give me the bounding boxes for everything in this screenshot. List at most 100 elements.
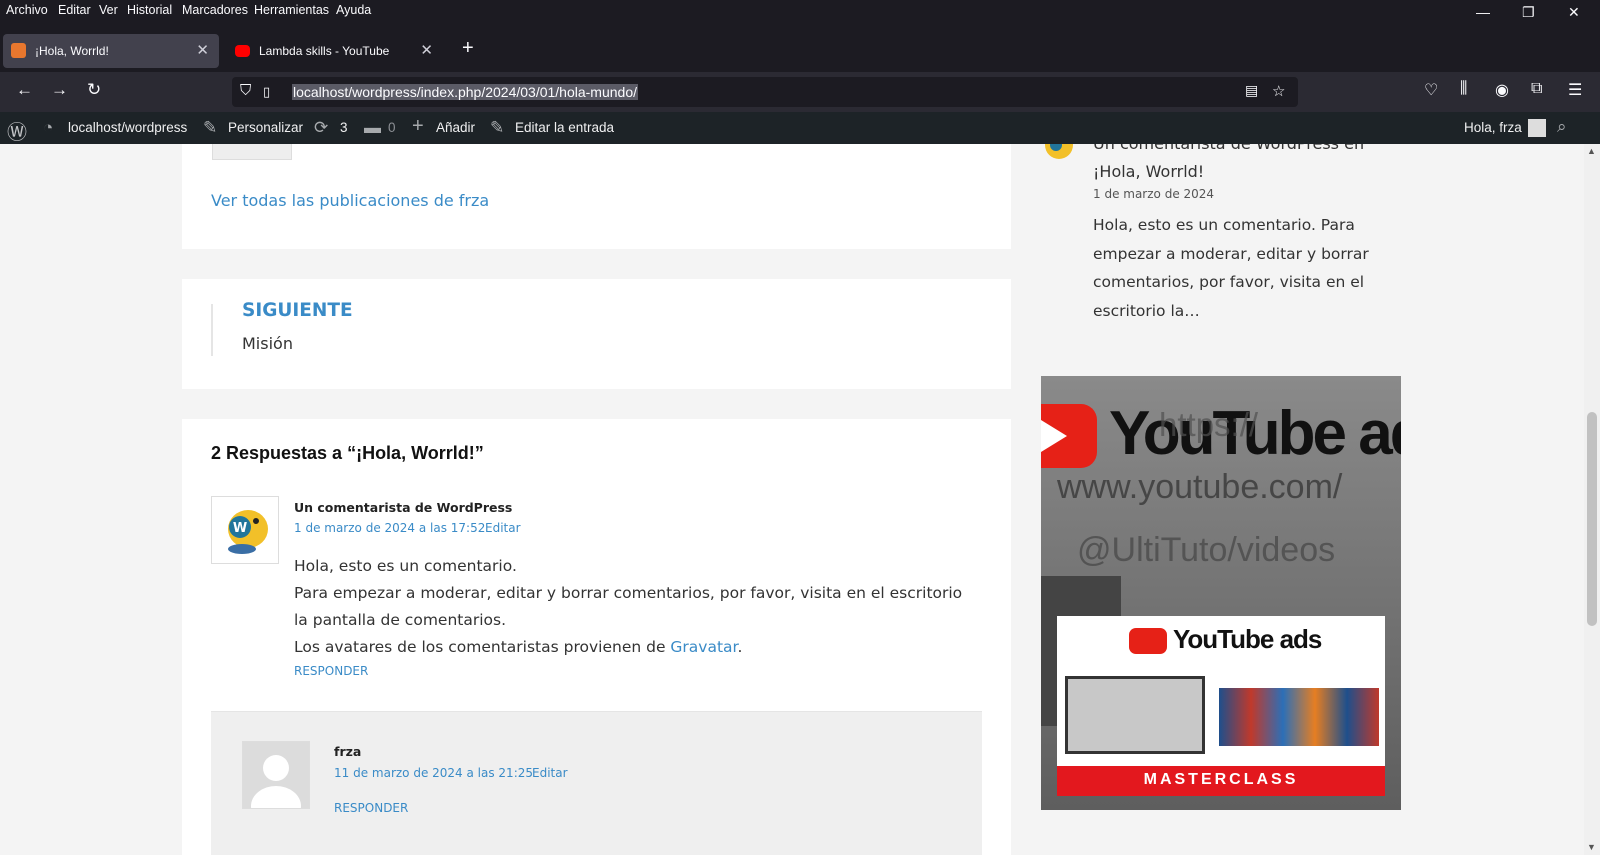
shield-icon[interactable]: ⛉ xyxy=(240,82,251,99)
youtube-favicon-icon xyxy=(235,45,250,57)
tab-hola-worrld[interactable]: ¡Hola, Worrld! ✕ xyxy=(3,34,219,68)
ad-inner-brand: YouTube ads xyxy=(1173,624,1322,654)
close-tab-icon[interactable]: ✕ xyxy=(420,41,433,59)
hamburger-menu-icon[interactable]: ☰ xyxy=(1568,80,1582,100)
pocket-icon[interactable]: ♡ xyxy=(1424,80,1438,100)
close-tab-icon[interactable]: ✕ xyxy=(196,41,209,59)
library-icon[interactable]: ⫼ xyxy=(1460,80,1467,98)
tab-title: Lambda skills - YouTube xyxy=(259,44,390,58)
bookmark-star-icon[interactable]: ☆ xyxy=(1272,82,1285,100)
commenter-avatar xyxy=(242,741,310,826)
tab-title: ¡Hola, Worrld! xyxy=(35,44,109,58)
view-all-posts-link[interactable]: Ver todas las publicaciones de frza xyxy=(211,191,489,210)
youtube-ads-banner[interactable]: YouTube ads https:// www.youtube.com/ @U… xyxy=(1041,376,1401,810)
comment-line: Hola, esto es un comentario. xyxy=(294,557,517,575)
comment-date[interactable]: 11 de marzo de 2024 a las 21:25 xyxy=(334,766,533,780)
wordpress-logo-icon[interactable]: Ⓦ xyxy=(7,116,27,145)
back-arrow-icon[interactable]: ← xyxy=(16,80,33,100)
menu-historial[interactable]: Historial xyxy=(127,3,172,17)
wapuu-small-icon xyxy=(1045,144,1073,159)
new-tab-button[interactable]: + xyxy=(462,37,474,60)
dashboard-icon: ◔ xyxy=(43,118,54,137)
menu-archivo[interactable]: Archivo xyxy=(6,3,48,17)
post-navigation xyxy=(182,279,1011,389)
default-avatar-icon xyxy=(243,742,309,826)
next-post-label[interactable]: SIGUIENTE xyxy=(242,300,353,321)
comment-line: Para empezar a moderar, editar y borrar … xyxy=(294,584,963,629)
scroll-down-icon[interactable]: ▼ xyxy=(1587,842,1596,852)
forward-arrow-icon[interactable]: → xyxy=(51,80,68,100)
page-info-icon[interactable]: ▯ xyxy=(263,84,270,100)
comments-title: 2 Respuestas a “¡Hola, Worrld!” xyxy=(211,443,484,463)
admin-new[interactable]: Añadir xyxy=(436,120,475,135)
admin-edit-post[interactable]: Editar la entrada xyxy=(515,120,614,135)
comment-bubble-icon: ▬ xyxy=(364,118,381,137)
menu-ayuda[interactable]: Ayuda xyxy=(336,3,371,17)
youtube-logo-icon xyxy=(1129,628,1167,654)
gravatar-link[interactable]: Gravatar xyxy=(670,638,737,656)
comment-edit-link[interactable]: Editar xyxy=(532,766,568,780)
reply-link[interactable]: RESPONDER xyxy=(334,801,408,815)
comment-edit-link[interactable]: Editar xyxy=(485,521,521,535)
author-avatar xyxy=(212,144,292,160)
page-scrollbar[interactable]: ▲ ▼ xyxy=(1584,144,1600,855)
scroll-up-icon[interactable]: ▲ xyxy=(1587,146,1596,156)
page-content: Ver todas las publicaciones de frza SIGU… xyxy=(0,144,1584,855)
plus-icon: + xyxy=(412,115,424,137)
url-text[interactable]: localhost/wordpress/index.php/2024/03/01… xyxy=(292,84,639,100)
admin-site-name[interactable]: localhost/wordpress xyxy=(68,120,187,135)
restore-button[interactable]: ❐ xyxy=(1522,4,1535,21)
ad-overlay-line3: @UltiTuto/videos xyxy=(1077,531,1336,569)
admin-updates-count[interactable]: 3 xyxy=(340,120,348,135)
ad-overlay-line1: https:// xyxy=(1159,406,1259,443)
window-close-button[interactable]: ✕ xyxy=(1568,4,1580,21)
next-post-title[interactable]: Misión xyxy=(242,334,293,353)
nav-divider xyxy=(211,304,213,356)
menu-herramientas[interactable]: Herramientas xyxy=(254,3,329,17)
wapuu-avatar-icon: W xyxy=(228,510,268,554)
recent-comment-date: 1 de marzo de 2024 xyxy=(1093,187,1215,201)
tab-bar: ¡Hola, Worrld! ✕ Lambda skills - YouTube… xyxy=(0,30,1600,72)
comment-author[interactable]: frza xyxy=(334,744,361,759)
recent-comment-excerpt: Hola, esto es un comentario. Para empeza… xyxy=(1093,216,1369,320)
browser-menubar: Archivo Editar Ver Historial Marcadores … xyxy=(0,0,1600,30)
admin-customize[interactable]: Personalizar xyxy=(228,120,303,135)
search-icon[interactable]: ⌕ xyxy=(1557,117,1567,137)
xampp-favicon-icon xyxy=(11,43,26,58)
ad-overlay-line2: www.youtube.com/ xyxy=(1057,468,1343,506)
paintbrush-icon: ✎ xyxy=(203,118,218,137)
recent-comment-title[interactable]: Un comentarista de WordPress en ¡Hola, W… xyxy=(1093,144,1413,186)
comment-author[interactable]: Un comentarista de WordPress xyxy=(294,500,512,515)
menu-editar[interactable]: Editar xyxy=(58,3,91,17)
navigation-toolbar: ← → ↻ ⛉ ▯ localhost/wordpress/index.php/… xyxy=(0,72,1600,112)
minimize-button[interactable]: — xyxy=(1476,4,1490,20)
reload-icon[interactable]: ↻ xyxy=(87,80,101,100)
reader-view-icon[interactable]: ▤ xyxy=(1245,82,1258,99)
wp-admin-bar: Ⓦ ◔ localhost/wordpress ✎ Personalizar ⟳… xyxy=(0,112,1600,144)
address-bar[interactable]: ⛉ ▯ localhost/wordpress/index.php/2024/0… xyxy=(232,77,1298,107)
play-triangle-icon xyxy=(1041,420,1067,452)
comment-gravatar-line: Los avatares de los comentaristas provie… xyxy=(294,634,974,661)
comment-date[interactable]: 1 de marzo de 2024 a las 17:52 xyxy=(294,521,485,535)
ad-banner-text: MASTERCLASS xyxy=(1143,771,1299,788)
admin-comments-count[interactable]: 0 xyxy=(388,120,396,135)
menu-marcadores[interactable]: Marcadores xyxy=(182,3,248,17)
account-icon[interactable]: ◉ xyxy=(1495,80,1509,100)
svg-text:W: W xyxy=(233,521,247,536)
admin-greeting[interactable]: Hola, frza xyxy=(1464,120,1522,135)
updates-icon: ⟳ xyxy=(314,118,329,137)
menu-ver[interactable]: Ver xyxy=(99,3,118,17)
extensions-icon[interactable]: ⧉ xyxy=(1531,80,1542,98)
tab-youtube[interactable]: Lambda skills - YouTube ✕ xyxy=(227,34,443,68)
gravatar-suffix: . xyxy=(737,638,743,656)
pencil-icon: ✎ xyxy=(490,118,505,137)
gravatar-prefix: Los avatares de los comentaristas provie… xyxy=(294,638,671,656)
admin-avatar[interactable] xyxy=(1528,119,1546,137)
ad-courses-shape xyxy=(1219,688,1379,746)
scroll-thumb[interactable] xyxy=(1587,412,1597,626)
child-comment xyxy=(211,711,982,855)
commenter-avatar: W xyxy=(211,496,279,564)
reply-link[interactable]: RESPONDER xyxy=(294,664,368,678)
comment-text: Hola, esto es un comentario. Para empeza… xyxy=(294,553,974,661)
ad-devices-shape xyxy=(1065,676,1205,754)
